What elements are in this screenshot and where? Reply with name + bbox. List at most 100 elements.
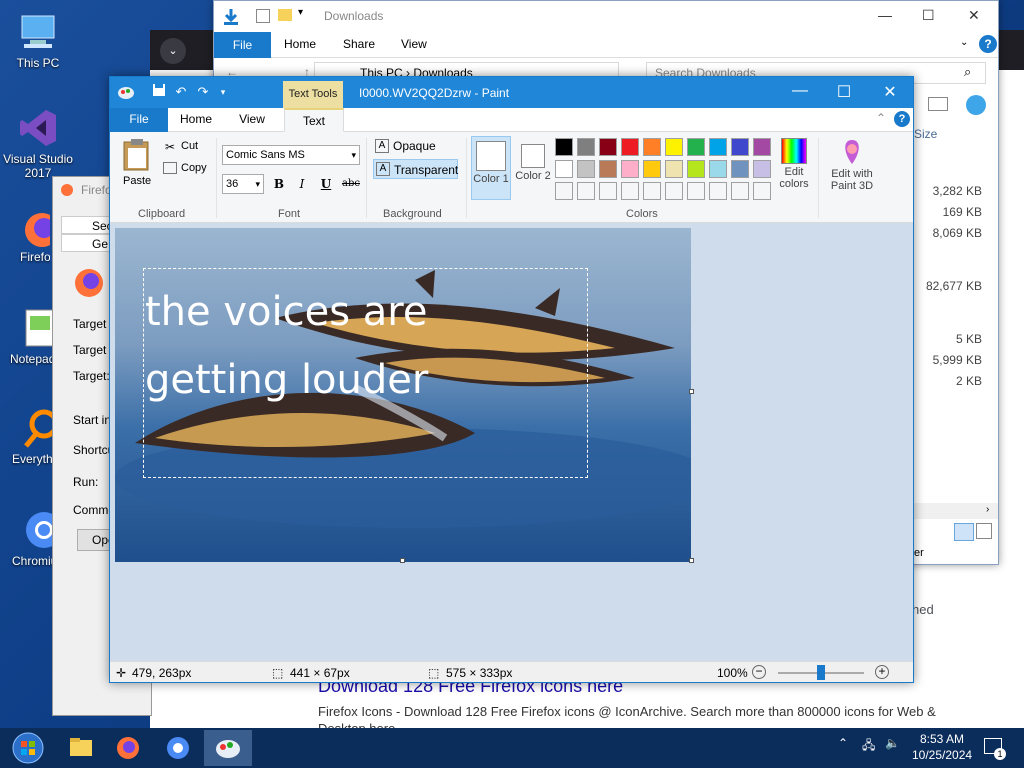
italic-button[interactable]: I: [293, 176, 311, 192]
palette-swatch[interactable]: [687, 182, 705, 200]
details-view-icon[interactable]: [954, 523, 974, 541]
palette-swatch[interactable]: [643, 160, 661, 178]
resize-handle[interactable]: [689, 558, 694, 563]
scroll-right-icon[interactable]: ›: [986, 504, 989, 515]
palette-swatch[interactable]: [709, 182, 727, 200]
palette-swatch[interactable]: [555, 138, 573, 156]
palette-swatch[interactable]: [665, 138, 683, 156]
maximize-icon[interactable]: ☐: [922, 7, 935, 24]
show-hidden-icons[interactable]: ⌃: [838, 736, 848, 750]
palette-swatch[interactable]: [753, 138, 771, 156]
color-1-button[interactable]: Color 1: [471, 136, 511, 200]
canvas-area[interactable]: the voices are getting louder: [110, 223, 913, 661]
palette-swatch[interactable]: [555, 182, 573, 200]
palette-swatch[interactable]: [577, 138, 595, 156]
help-icon[interactable]: ?: [979, 35, 997, 53]
chevron-down-icon[interactable]: ⌄: [160, 38, 186, 64]
palette-swatch[interactable]: [621, 182, 639, 200]
explorer-tab-home[interactable]: Home: [284, 37, 316, 51]
minimize-icon[interactable]: —: [785, 82, 815, 100]
quick-access-dropdown-icon[interactable]: ▾: [298, 7, 303, 18]
canvas-image[interactable]: the voices are getting louder: [115, 228, 691, 562]
paint-tab-text[interactable]: Text: [284, 108, 344, 132]
palette-swatch[interactable]: [731, 160, 749, 178]
close-icon[interactable]: ✕: [968, 7, 980, 24]
palette-swatch[interactable]: [687, 138, 705, 156]
font-size-select[interactable]: 36 ▾: [222, 174, 264, 194]
collapse-ribbon-icon[interactable]: ⌃: [876, 111, 886, 125]
taskbar-chromium[interactable]: [154, 730, 202, 766]
palette-swatch[interactable]: [665, 182, 683, 200]
palette-swatch[interactable]: [621, 160, 639, 178]
start-button[interactable]: [4, 730, 52, 766]
chevron-down-icon[interactable]: ⌄: [960, 37, 968, 48]
palette-swatch[interactable]: [665, 160, 683, 178]
palette-swatch[interactable]: [577, 182, 595, 200]
paste-button[interactable]: Paste: [123, 175, 151, 187]
edit-with-paint3d-button[interactable]: Edit with Paint 3D: [824, 138, 880, 192]
volume-muted-icon[interactable]: 🔈: [885, 736, 900, 750]
palette-swatch[interactable]: [687, 160, 705, 178]
opaque-option[interactable]: A Opaque: [373, 136, 458, 156]
resize-handle[interactable]: [400, 558, 405, 563]
palette-swatch[interactable]: [643, 182, 661, 200]
resize-handle[interactable]: [689, 389, 694, 394]
desktop-icon-this-pc[interactable]: This PC: [2, 10, 74, 70]
paint-tab-home[interactable]: Home: [168, 108, 224, 132]
paste-icon[interactable]: [122, 138, 152, 172]
palette-swatch[interactable]: [555, 160, 573, 178]
preview-pane-icon[interactable]: [928, 97, 948, 111]
palette-swatch[interactable]: [709, 160, 727, 178]
palette-swatch[interactable]: [599, 160, 617, 178]
help-icon[interactable]: ?: [894, 111, 910, 127]
zoom-slider-thumb[interactable]: [817, 665, 825, 680]
maximize-icon[interactable]: ☐: [829, 82, 859, 102]
palette-swatch[interactable]: [621, 138, 639, 156]
taskbar-file-explorer[interactable]: [56, 730, 104, 766]
palette-swatch[interactable]: [577, 160, 595, 178]
palette-swatch[interactable]: [599, 182, 617, 200]
strikethrough-button[interactable]: abc: [339, 176, 363, 192]
explorer-tab-file[interactable]: File: [214, 32, 271, 58]
desktop-icon-chromium[interactable]: Chromium: [2, 508, 54, 568]
edit-colors-button[interactable]: Edit colors: [775, 138, 813, 190]
quick-access-dropdown-icon[interactable]: ▾: [214, 83, 232, 101]
minimize-icon[interactable]: —: [878, 7, 892, 23]
paint-tab-view[interactable]: View: [224, 108, 280, 132]
palette-swatch[interactable]: [643, 138, 661, 156]
clock[interactable]: 8:53 AM 10/25/2024: [912, 731, 972, 763]
copy-button[interactable]: Copy: [181, 162, 207, 174]
cut-icon[interactable]: ✂: [165, 140, 175, 154]
desktop-icon-firefox[interactable]: Firefox: [2, 206, 50, 264]
explorer-tab-share[interactable]: Share: [343, 37, 375, 51]
large-icons-view-icon[interactable]: [976, 523, 992, 539]
palette-swatch[interactable]: [753, 160, 771, 178]
zoom-in-icon[interactable]: +: [875, 665, 889, 679]
properties-quick-icon[interactable]: [256, 9, 270, 23]
palette-swatch[interactable]: [599, 138, 617, 156]
redo-icon[interactable]: ↷: [194, 83, 212, 101]
desktop-icon-visual-studio[interactable]: Visual Studio 2017: [2, 106, 74, 180]
desktop-icon-notepad[interactable]: Notepad: [2, 306, 54, 366]
column-header-size[interactable]: Size: [914, 127, 937, 141]
new-folder-quick-icon[interactable]: [278, 9, 292, 21]
close-icon[interactable]: ✕: [875, 82, 905, 102]
save-icon[interactable]: [150, 83, 168, 101]
network-icon[interactable]: 🖧: [862, 736, 875, 757]
cut-button[interactable]: Cut: [181, 140, 198, 152]
palette-swatch[interactable]: [753, 182, 771, 200]
taskbar-firefox[interactable]: [104, 730, 152, 766]
paint-tab-file[interactable]: File: [110, 108, 168, 132]
zoom-out-icon[interactable]: −: [752, 665, 766, 679]
canvas-text[interactable]: the voices are getting louder: [145, 278, 428, 414]
palette-swatch[interactable]: [731, 182, 749, 200]
desktop-icon-everything[interactable]: Everything: [2, 406, 54, 466]
color-2-button[interactable]: Color 2: [514, 136, 552, 200]
undo-icon[interactable]: ↶: [172, 83, 190, 101]
font-family-select[interactable]: Comic Sans MS ▾: [222, 145, 360, 165]
underline-button[interactable]: U: [317, 176, 335, 192]
bold-button[interactable]: B: [270, 176, 288, 192]
explorer-tab-view[interactable]: View: [401, 37, 427, 51]
palette-swatch[interactable]: [709, 138, 727, 156]
copy-icon[interactable]: [163, 162, 177, 174]
